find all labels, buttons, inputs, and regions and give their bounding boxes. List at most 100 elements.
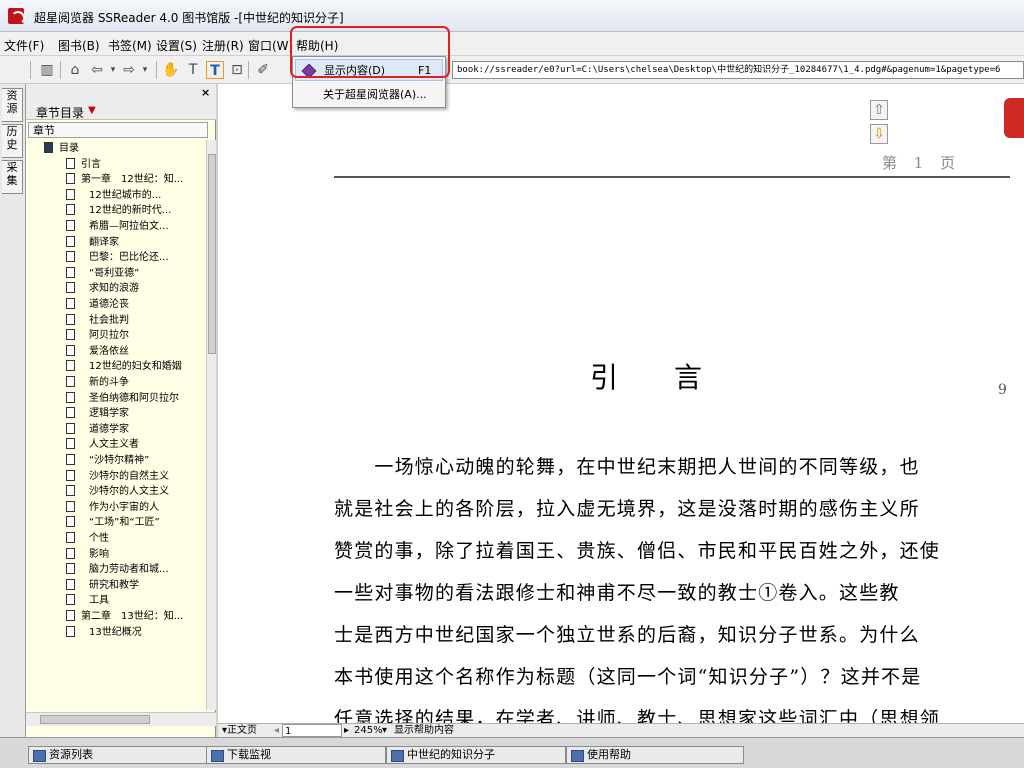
book-page-icon — [66, 610, 75, 621]
tree-item[interactable]: 第二章 13世纪：知... — [66, 608, 204, 625]
tree-item[interactable]: 引言 — [66, 156, 204, 173]
close-icon[interactable]: × — [201, 86, 210, 99]
book-page-icon — [66, 407, 75, 419]
tree-item-label: 研究和教学 — [89, 579, 139, 591]
tree-item-label: 翻译家 — [89, 236, 119, 248]
tree-item-label: 第一章 12世纪：知... — [81, 174, 184, 186]
tree-item[interactable]: 翻译家 — [66, 234, 204, 251]
region-select-icon[interactable]: ⊡ — [228, 61, 246, 79]
status-tab-download-monitor[interactable]: 下载监视 — [206, 746, 386, 764]
text-recognize-icon[interactable]: T — [206, 61, 224, 79]
tree-column-header[interactable]: 章节 — [28, 122, 208, 138]
chevron-down-icon[interactable]: ▼ — [88, 105, 96, 116]
tree-item-label: 社会批判 — [89, 314, 129, 326]
help-dropdown-menu: 显示内容(D) F1 关于超星阅览器(A)... — [292, 56, 446, 108]
status-tab-help[interactable]: 使用帮助 — [566, 746, 744, 764]
tree-item[interactable]: 爱洛依丝 — [66, 343, 204, 360]
menu-bookmark[interactable]: 书签(M) — [108, 37, 152, 54]
document-view[interactable]: ⇧ ⇩ 第 1 页 引言 9 一场惊心动魄的轮舞，在中世纪末期把人世间的不同等级… — [218, 84, 1024, 723]
app-logo-icon — [8, 8, 25, 25]
side-page-number: 9 — [998, 382, 1007, 398]
tree-item[interactable]: 求知的浪游 — [66, 280, 204, 297]
menu-item-show-contents[interactable]: 显示内容(D) F1 — [295, 59, 443, 81]
tree-item[interactable]: 阿贝拉尔 — [66, 327, 204, 344]
tree-item[interactable]: “沙特尔精神” — [66, 452, 204, 469]
menu-settings[interactable]: 设置(S) — [156, 37, 197, 54]
tree-hscroll-thumb[interactable] — [40, 715, 150, 724]
status-tab-label: 使用帮助 — [587, 748, 631, 761]
chapter-tree: −目录引言第一章 12世纪：知... 12世纪城市的... 12世纪的新时代... 希… — [26, 140, 204, 710]
text-select-icon[interactable]: T — [184, 61, 202, 79]
tree-item-label: 个性 — [89, 533, 109, 544]
next-page-icon[interactable]: ▸ — [344, 724, 349, 737]
side-tab-resources[interactable]: 资源 — [2, 88, 23, 122]
tree-item[interactable]: 脑力劳动者和城... — [66, 561, 204, 578]
status-tab-resource-list[interactable]: 资源列表 — [28, 746, 216, 764]
tree-horizontal-scrollbar[interactable] — [26, 712, 216, 726]
book-page-icon — [66, 516, 75, 528]
tree-item[interactable]: 道德沦丧 — [66, 296, 204, 313]
prev-page-icon[interactable]: ◂ — [274, 724, 279, 737]
menu-register[interactable]: 注册(R) — [202, 37, 244, 54]
tree-item[interactable]: 个性 — [66, 530, 204, 547]
menu-item-label: 关于超星阅览器(A)... — [323, 88, 427, 101]
tree-item[interactable]: 12世纪的妇女和婚姻 — [66, 358, 204, 375]
body-line: 一些对事物的看法跟修士和神甫不尽一致的教士①卷入。这些教 — [334, 582, 900, 604]
page-down-icon[interactable]: ⇩ — [870, 124, 888, 144]
hand-tool-icon[interactable]: ✋ — [162, 61, 180, 79]
menu-help[interactable]: 帮助(H) — [296, 37, 338, 54]
status-bar: 资源列表 下载监视 中世纪的知识分子 使用帮助 — [0, 737, 1024, 768]
forward-dropdown-icon[interactable]: ▾ — [136, 61, 154, 79]
view-mode-dropdown[interactable]: ▾正文页 — [222, 724, 257, 737]
tree-item[interactable]: 沙特尔的自然主义 — [66, 468, 204, 485]
tree-item[interactable]: 作为小宇宙的人 — [66, 499, 204, 516]
body-line: 赞赏的事，除了拉着国王、贵族、僧侣、市民和平民百姓之外，还使 — [334, 540, 941, 562]
tree-item-label: 逻辑学家 — [89, 408, 129, 420]
menu-book[interactable]: 图书(B) — [58, 37, 100, 54]
tree-item-label: 12世纪城市的... — [89, 189, 162, 201]
address-input[interactable]: book://ssreader/e0?url=C:\Users\chelsea\… — [452, 61, 1024, 79]
menu-file[interactable]: 文件(F) — [4, 37, 44, 54]
menu-item-about[interactable]: 关于超星阅览器(A)... — [295, 84, 443, 106]
zoom-dropdown-icon[interactable]: ▾ — [382, 724, 387, 737]
marker-pen-icon[interactable]: ✐ — [254, 61, 272, 79]
bookshelf-icon[interactable]: ▥ — [38, 61, 56, 79]
tree-item[interactable]: 工具 — [66, 592, 204, 609]
side-tab-collect[interactable]: 采集 — [2, 160, 23, 194]
tree-item[interactable]: 沙特尔的人文主义 — [66, 483, 204, 500]
tree-item[interactable]: 社会批判 — [66, 312, 204, 329]
tree-item[interactable]: 巴黎：巴比伦还... — [66, 249, 204, 266]
status-tab-current-book[interactable]: 中世纪的知识分子 — [386, 746, 566, 764]
tree-item[interactable]: 道德学家 — [66, 421, 204, 438]
tree-item[interactable]: 研究和教学 — [66, 577, 204, 594]
page-number-input[interactable]: 1 — [282, 724, 342, 737]
tree-item-label: 13世纪概况 — [89, 626, 142, 638]
tree-item[interactable]: 圣伯纳德和阿贝拉尔 — [66, 390, 204, 407]
panel-title[interactable]: 章节目录 — [36, 104, 84, 121]
page-up-icon[interactable]: ⇧ — [870, 100, 888, 120]
tree-item[interactable]: 第一章 12世纪：知... — [66, 171, 204, 188]
book-page-icon — [66, 578, 75, 590]
book-page-icon — [66, 625, 75, 637]
home-icon[interactable]: ⌂ — [66, 61, 84, 79]
tree-item[interactable]: 13世纪概况 — [66, 624, 204, 641]
tree-item[interactable]: −目录 — [44, 140, 204, 157]
tree-item[interactable]: “工场”和“工匠” — [66, 514, 204, 531]
tree-item[interactable]: “哥利亚德” — [66, 265, 204, 282]
status-tab-label: 下载监视 — [227, 748, 271, 761]
tree-vertical-scrollbar[interactable] — [206, 140, 216, 710]
status-text: 显示帮助内容 — [394, 725, 454, 736]
tree-item[interactable]: 12世纪城市的... — [66, 187, 204, 204]
book-page-icon — [66, 251, 75, 263]
tree-item[interactable]: 逻辑学家 — [66, 405, 204, 422]
book-page-icon — [66, 188, 75, 200]
tree-scroll-thumb[interactable] — [208, 154, 216, 354]
menu-window[interactable]: 窗口(W) — [248, 37, 293, 54]
tree-item[interactable]: 12世纪的新时代... — [66, 202, 204, 219]
tree-item[interactable]: 新的斗争 — [66, 374, 204, 391]
zoom-level[interactable]: 245% — [354, 724, 383, 737]
tree-item[interactable]: 希腊—阿拉伯文... — [66, 218, 204, 235]
tree-item[interactable]: 影响 — [66, 546, 204, 563]
side-tab-history[interactable]: 历史 — [2, 124, 23, 158]
tree-item[interactable]: 人文主义者 — [66, 436, 204, 453]
